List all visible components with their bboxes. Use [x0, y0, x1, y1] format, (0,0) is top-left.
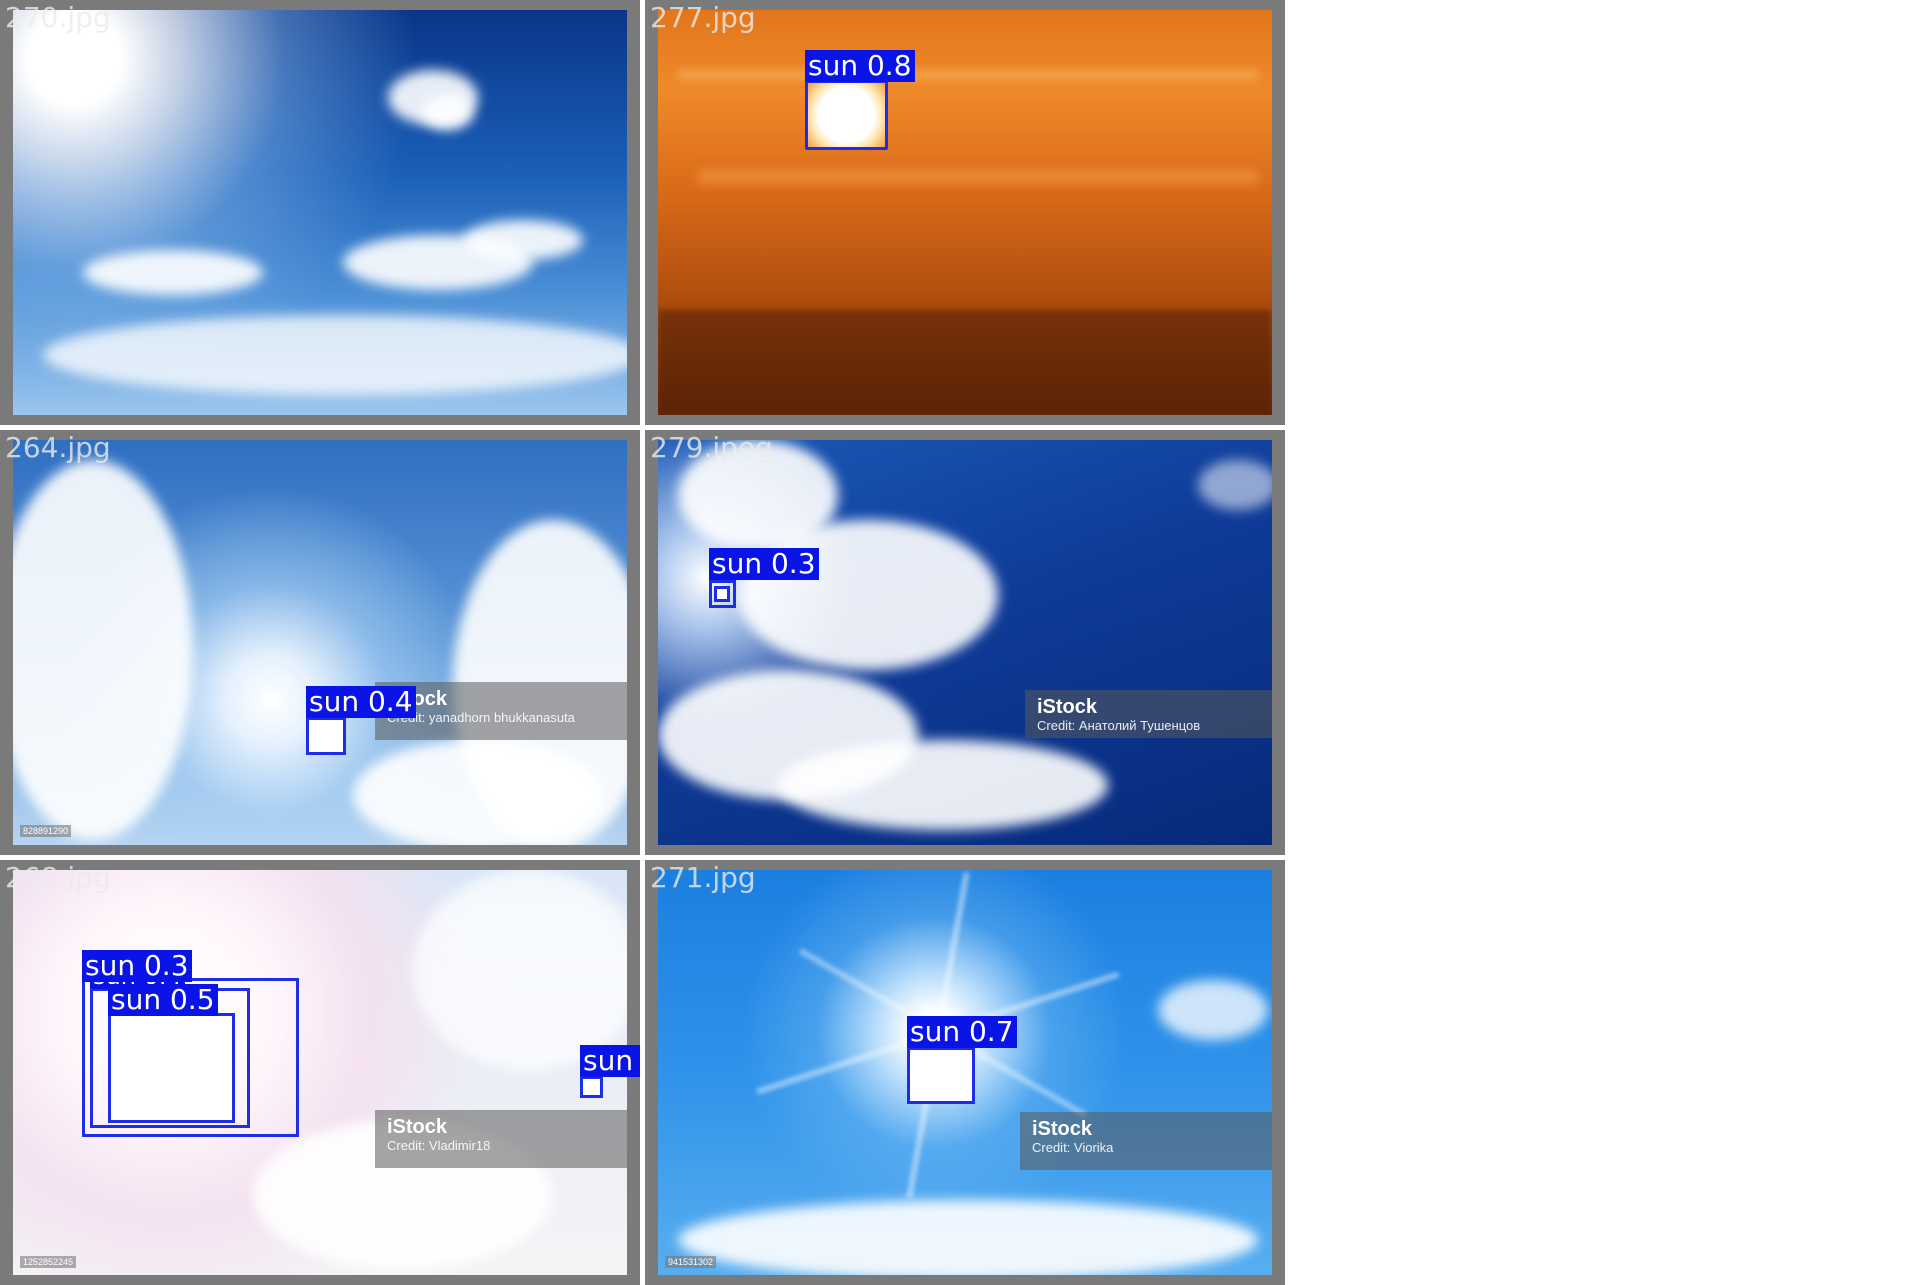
- result-tile-271[interactable]: 271.jpg iStock Credit: Viorika 941531302…: [645, 860, 1285, 1285]
- stock-id: 1252852245: [20, 1256, 77, 1268]
- detection-box[interactable]: [306, 717, 346, 755]
- detection-label: sun 0.3: [709, 548, 819, 580]
- image-264-clouds-sun: [13, 440, 627, 845]
- detection-box-inner[interactable]: [714, 586, 730, 602]
- image-filename: 270.jpg: [5, 1, 111, 34]
- result-tile-268[interactable]: 268.jpg iStock Credit: Vladimir18 125285…: [0, 860, 640, 1285]
- detection-label: sun 0.7: [907, 1016, 1017, 1048]
- detection-label: sun 0.4: [306, 686, 416, 718]
- result-tile-277[interactable]: 277.jpg sun 0.8: [645, 0, 1285, 425]
- image-filename: 264.jpg: [5, 431, 111, 464]
- image-270-blue-sky-sun: [13, 10, 627, 415]
- detection-box[interactable]: [907, 1047, 975, 1104]
- image-filename: 279.jpeg: [650, 431, 773, 464]
- detection-results-grid: 270.jpg 277.jpg sun 0.8 264.jpg iStock C…: [0, 0, 1285, 1285]
- detection-box[interactable]: [108, 1013, 235, 1123]
- image-filename: 271.jpg: [650, 861, 756, 894]
- image-279-deep-blue-clouds: [658, 440, 1272, 845]
- stock-watermark: iStock Credit: Анатолий Тушенцов: [1025, 690, 1272, 738]
- result-tile-270[interactable]: 270.jpg: [0, 0, 640, 425]
- image-filename: 277.jpg: [650, 1, 756, 34]
- detection-label: sun 0.8: [805, 50, 915, 82]
- image-filename: 268.jpg: [5, 861, 111, 894]
- detection-box[interactable]: [805, 80, 888, 150]
- detection-box[interactable]: [580, 1076, 603, 1098]
- stock-id: 941531302: [665, 1256, 717, 1268]
- detection-label: sun 0.3: [82, 950, 192, 982]
- detection-label: sun 0.5: [108, 984, 218, 1016]
- stock-watermark: iStock Credit: Vladimir18: [375, 1110, 627, 1168]
- detection-label: sun 0.3: [580, 1045, 640, 1077]
- stock-id: 828891290: [20, 825, 72, 837]
- result-tile-279[interactable]: 279.jpeg iStock Credit: Анатолий Тушенцо…: [645, 430, 1285, 855]
- image-277-orange-sunset: [658, 10, 1272, 415]
- result-tile-264[interactable]: 264.jpg iStock Credit: yanadhorn bhukkan…: [0, 430, 640, 855]
- stock-watermark: iStock Credit: Viorika: [1020, 1112, 1272, 1170]
